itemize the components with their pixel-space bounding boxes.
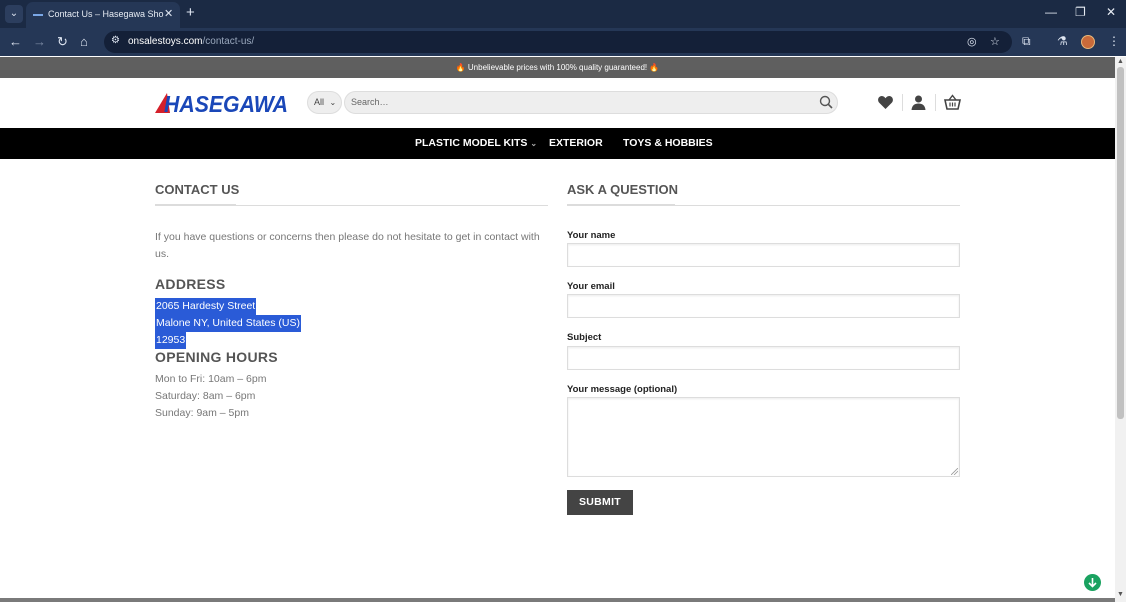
nav-item-plastic-model-kits[interactable]: PLASTIC MODEL KITS ⌄	[415, 137, 537, 149]
nav-item-label: PLASTIC MODEL KITS	[415, 137, 528, 149]
back-arrow-icon[interactable]: ←	[9, 34, 22, 49]
chevron-down-icon: ⌄	[329, 98, 337, 107]
page-scrollbar[interactable]: ▲ ▼	[1115, 57, 1126, 602]
intro-line: us.	[155, 248, 170, 260]
email-label: Your email	[567, 281, 615, 292]
resize-handle-icon[interactable]	[951, 468, 958, 475]
message-label: Your message (optional)	[567, 384, 678, 395]
contact-title: CONTACT US	[155, 182, 240, 197]
search-placeholder: Search…	[351, 97, 389, 107]
profile-avatar[interactable]	[1081, 35, 1095, 49]
tab-favicon-icon	[33, 14, 43, 16]
url-path: /contact-us/	[202, 36, 255, 47]
hours-line: Mon to Fri: 10am – 6pm	[155, 373, 267, 385]
url-text[interactable]: onsalestoys.com/contact-us/	[128, 36, 254, 47]
account-user-icon[interactable]	[910, 94, 927, 111]
labs-flask-icon[interactable]: ⚗	[1057, 34, 1068, 48]
active-tab[interactable]: Contact Us – Hasegawa Shop – ✕	[26, 2, 180, 28]
hasegawa-logo[interactable]: HASEGAWA	[155, 89, 289, 115]
nav-item-exterior[interactable]: EXTERIOR	[549, 137, 603, 149]
browser-toolbar: ← → ↻ ⌂ ⚙ onsalestoys.com/contact-us/ ◎ …	[0, 28, 1126, 56]
name-field[interactable]	[567, 243, 960, 267]
site-info-icon[interactable]: ⚙	[111, 35, 120, 46]
site-header: HASEGAWA All ⌄ Search…	[0, 78, 1115, 128]
hours-line: Saturday: 8am – 6pm	[155, 390, 256, 402]
category-select[interactable]: All ⌄	[307, 91, 342, 114]
bookmark-star-icon[interactable]: ☆	[990, 35, 1000, 48]
address-line: Malone NY, United States (US)	[155, 315, 301, 332]
svg-text:HASEGAWA: HASEGAWA	[164, 91, 288, 115]
search-input[interactable]: Search…	[344, 91, 838, 114]
title-accent	[155, 204, 236, 206]
forward-arrow-icon[interactable]: →	[33, 34, 46, 49]
nav-item-toys-hobbies[interactable]: TOYS & HOBBIES	[623, 137, 713, 149]
browser-tab-strip: ⌄ Contact Us – Hasegawa Shop – ✕ + — ❐ ✕	[0, 0, 1126, 28]
chat-widget-button[interactable]	[1084, 574, 1101, 591]
tab-close-icon[interactable]: ✕	[164, 7, 173, 20]
extensions-icon[interactable]: ⧉	[1022, 34, 1031, 49]
scroll-thumb[interactable]	[1117, 67, 1124, 419]
tab-title: Contact Us – Hasegawa Shop –	[48, 9, 164, 19]
footer-edge	[0, 598, 1115, 602]
eye-off-icon[interactable]: ◎	[967, 35, 977, 48]
tab-list-chevron-icon[interactable]: ⌄	[5, 5, 23, 23]
window-close-icon[interactable]: ✕	[1106, 5, 1116, 19]
promo-banner: 🔥 Unbelievable prices with 100% quality …	[0, 57, 1115, 78]
header-divider	[935, 94, 936, 111]
home-icon[interactable]: ⌂	[80, 34, 88, 49]
page-content: CONTACT US If you have questions or conc…	[0, 159, 1115, 599]
submit-button[interactable]: SUBMIT	[567, 490, 633, 515]
minimize-icon[interactable]: —	[1045, 5, 1057, 19]
name-label: Your name	[567, 230, 616, 241]
chevron-down-icon: ⌄	[530, 139, 538, 148]
restore-icon[interactable]: ❐	[1075, 5, 1086, 19]
chat-arrow-icon	[1088, 578, 1097, 588]
subject-field[interactable]	[567, 346, 960, 370]
opening-hours-heading: OPENING HOURS	[155, 349, 278, 365]
message-textarea[interactable]	[567, 397, 960, 477]
scroll-up-arrow-icon[interactable]: ▲	[1117, 58, 1124, 65]
wishlist-heart-icon[interactable]	[877, 94, 894, 111]
search-icon[interactable]	[819, 95, 833, 109]
scroll-down-arrow-icon[interactable]: ▼	[1117, 591, 1124, 598]
subject-label: Subject	[567, 332, 602, 343]
browser-menu-icon[interactable]: ⋮	[1108, 34, 1120, 48]
new-tab-plus-icon[interactable]: +	[186, 4, 195, 21]
category-select-value: All	[314, 97, 325, 107]
contact-intro: If you have questions or concerns then p…	[155, 229, 540, 263]
cart-basket-icon[interactable]	[944, 94, 961, 111]
address-bar[interactable]: ⚙ onsalestoys.com/contact-us/ ◎ ☆	[104, 31, 1012, 53]
main-navigation: PLASTIC MODEL KITS ⌄ EXTERIOR TOYS & HOB…	[0, 128, 1115, 159]
address-heading: ADDRESS	[155, 276, 226, 292]
email-field[interactable]	[567, 294, 960, 318]
form-title: ASK A QUESTION	[567, 182, 678, 197]
title-accent	[567, 204, 675, 206]
url-host: onsalestoys.com	[128, 36, 203, 47]
intro-line: If you have questions or concerns then p…	[155, 231, 540, 243]
header-divider	[902, 94, 903, 111]
reload-icon[interactable]: ↻	[57, 34, 68, 50]
address-line: 2065 Hardesty Street	[155, 298, 257, 315]
address-line: 12953	[155, 332, 187, 349]
hours-line: Sunday: 9am – 5pm	[155, 407, 249, 419]
